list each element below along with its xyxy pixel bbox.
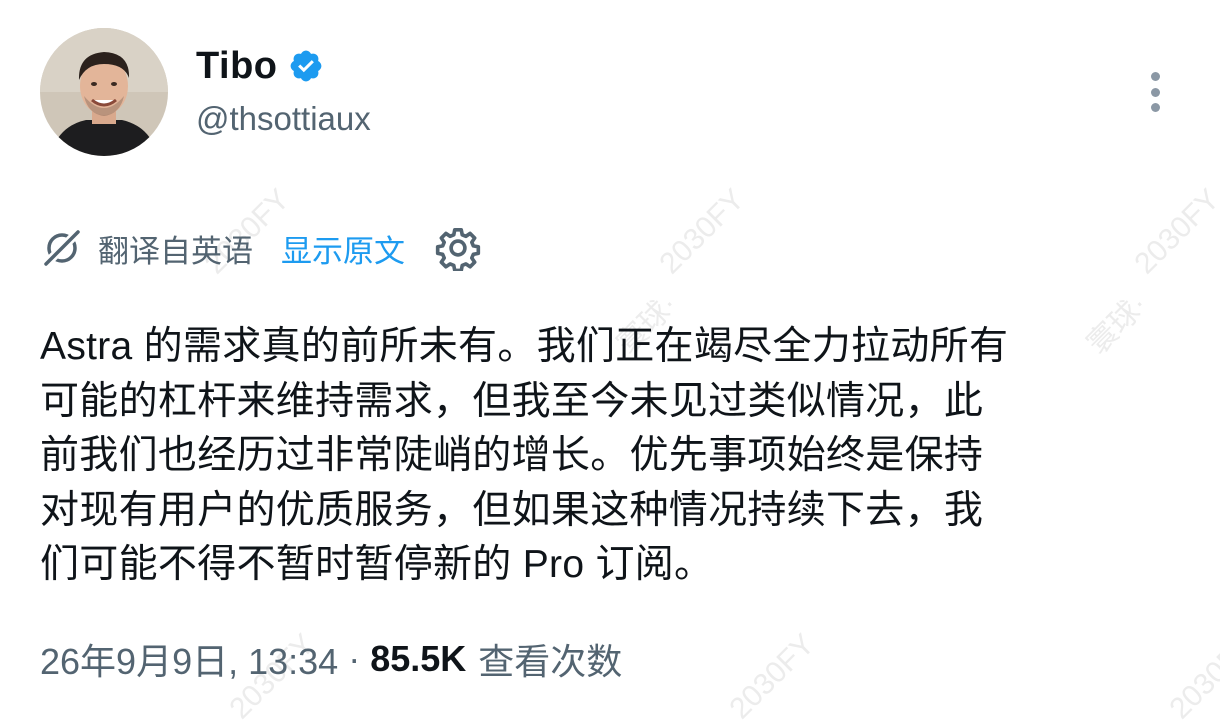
author-display-name[interactable]: Tibo [196,45,278,88]
show-original-link[interactable]: 显示原文 [281,226,405,271]
author-handle[interactable]: @thsottiaux [196,100,371,138]
tweet-text-line: 们可能不得不暂时暂停新的 Pro 订阅。 [40,543,714,586]
author-name-row[interactable]: Tibo [196,40,324,92]
more-options-icon [1150,103,1160,112]
gear-icon[interactable] [435,225,481,271]
views-count[interactable]: 85.5K [370,638,466,680]
translation-bar: 翻译自英语 显示原文 [40,222,481,274]
tweet-text-line: 前我们也经历过非常陡峭的增长。优先事项始终是保持 [40,434,984,477]
views-label: 查看次数 [478,641,623,682]
tweet-meta: 26年9月9日, 13:34 · 85.5K 查看次数 [40,632,622,686]
tweet-text-line: Astra 的需求真的前所未有。我们正在竭尽全力拉动所有 [40,325,1009,368]
translate-icon [40,226,84,270]
watermark: 2030FY [723,627,822,726]
translated-from-label: 翻译自英语 [98,233,253,269]
profile-photo-icon [40,28,168,156]
more-options-icon [1150,72,1160,81]
more-options-icon [1150,87,1160,97]
more-options-button[interactable] [1138,66,1172,118]
watermark: 2030FY [1163,627,1220,726]
watermark: 2030FY [653,182,752,281]
tweet-timestamp[interactable]: 26年9月9日, 13:34 [40,633,338,685]
tweet-text-line: 对现有用户的优质服务，但如果这种情况持续下去，我 [40,488,984,532]
watermark: 2030FY [1128,182,1220,281]
tweet-text: Astra 的需求真的前所未有。我们正在竭尽全力拉动所有 可能的杠杆来维持需求，… [40,320,1190,593]
tweet-text-line: 可能的杠杆来维持需求，但我至今未见过类似情况，此 [40,379,984,423]
avatar[interactable] [40,28,168,156]
verified-badge-icon[interactable] [288,48,324,84]
meta-separator: · [348,638,361,679]
